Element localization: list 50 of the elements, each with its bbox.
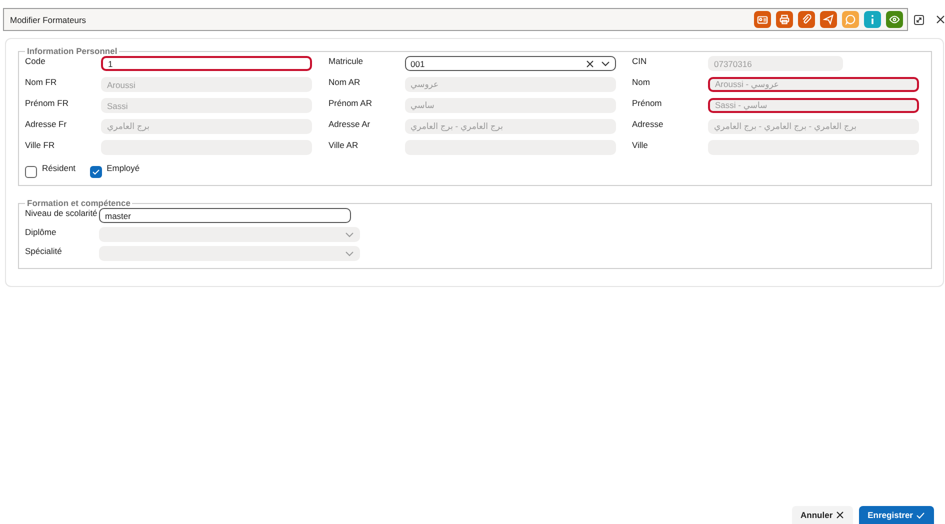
section-title: Information Personnel (26, 46, 118, 56)
field-label: Ville (632, 140, 649, 150)
field-label: Diplôme (25, 227, 58, 237)
window-title: Modifier Formateurs (10, 14, 86, 24)
save-button[interactable]: Enregistrer (858, 506, 934, 524)
toolbar-button[interactable] (798, 11, 815, 28)
eye-icon (889, 14, 900, 25)
checkbox-label: Employé (106, 163, 140, 173)
field-label: Nom AR (328, 77, 362, 87)
checkbox-label: Résident (42, 163, 76, 173)
field-label: Prénom (632, 98, 663, 108)
input-field[interactable]: master (99, 208, 351, 223)
field-label: CIN (632, 56, 648, 66)
check-icon (92, 169, 100, 175)
field-label: Adresse (632, 119, 664, 129)
toolbar-button[interactable] (776, 11, 793, 28)
field-label: Spécialité (25, 246, 63, 256)
field-label: Prénom AR (328, 98, 373, 108)
comment-icon (845, 14, 856, 25)
close-icon[interactable] (936, 15, 945, 24)
checkbox[interactable] (25, 166, 37, 178)
paperclip-icon (801, 14, 812, 25)
field-label: Nom (632, 77, 651, 87)
printer-icon (779, 14, 790, 25)
dropdown-field[interactable]: 001 (404, 56, 616, 71)
field-label: Code (25, 56, 46, 66)
section-title: Formation et compétence (26, 198, 132, 208)
input-field[interactable]: 1 (101, 56, 312, 71)
caret-icon[interactable] (600, 60, 610, 66)
toolbar-button[interactable] (864, 11, 881, 28)
clear-icon[interactable] (586, 60, 594, 68)
toolbar-button[interactable] (886, 11, 903, 28)
send-icon (823, 14, 834, 25)
field-label: Adresse Fr (25, 119, 68, 129)
checkbox[interactable] (90, 166, 102, 178)
field-label: Niveau de scolarité (25, 208, 98, 218)
field-label: Prénom FR (25, 98, 70, 108)
cancel-button[interactable]: Annuler (792, 506, 853, 524)
toolbar-button[interactable] (754, 11, 771, 28)
field-label: Ville AR (328, 140, 360, 150)
field-label: Ville FR (25, 140, 56, 150)
field-label: Matricule (328, 56, 364, 66)
maximize-icon[interactable] (914, 14, 924, 24)
field-label: Nom FR (25, 77, 58, 87)
field-label: Adresse Ar (328, 119, 372, 129)
toolbar-button[interactable] (820, 11, 837, 28)
toolbar-button[interactable] (842, 11, 859, 28)
check-icon (916, 512, 925, 518)
close-icon (836, 511, 844, 519)
id-card-icon (757, 14, 768, 25)
